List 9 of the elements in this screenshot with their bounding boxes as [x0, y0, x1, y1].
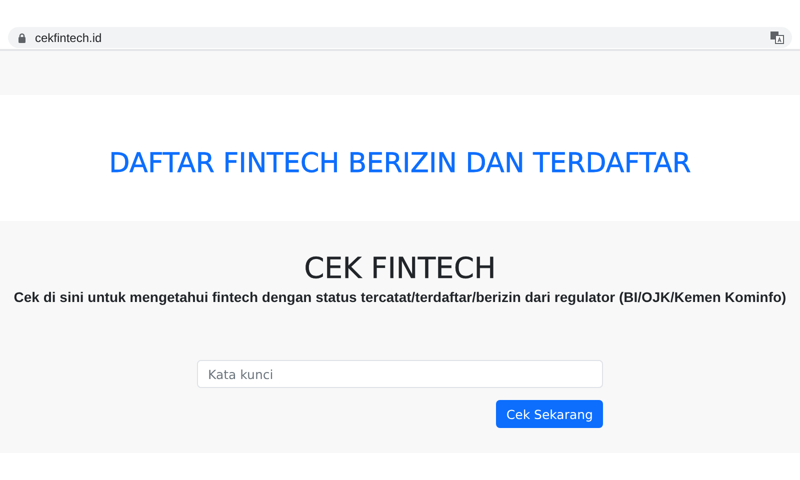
url-text: cekfintech.id: [35, 30, 102, 44]
section-subtitle: Cek di sini untuk mengetahui fintech dengan status tercatat/terdaftar/berizin dari regulator (BI/OJK/Kemen Kominfo): [14, 289, 786, 305]
section-title: CEK FINTECH: [304, 251, 496, 285]
translate-icon[interactable]: [770, 31, 784, 44]
address-bar[interactable]: cekfintech.id: [8, 27, 792, 48]
page-heading: DAFTAR FINTECH BERIZIN DAN TERDAFTAR: [109, 148, 691, 178]
keyword-input[interactable]: Kata kunci: [197, 360, 603, 388]
lock-icon: [18, 32, 26, 42]
check-button[interactable]: Cek Sekarang: [496, 400, 603, 428]
